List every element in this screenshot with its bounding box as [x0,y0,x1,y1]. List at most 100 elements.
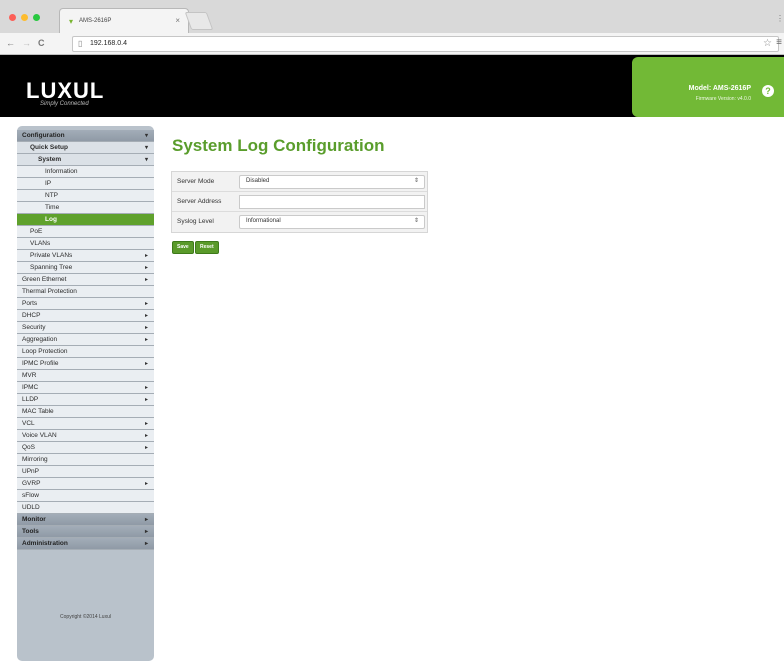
browser-tab-bar: ▾ AMS-2616P × ⋮ [0,0,784,34]
server-mode-row: Server Mode Disabled ⇕ [172,172,427,192]
server-address-row: Server Address [172,192,427,212]
chevron-right-icon: ▸ [144,361,148,367]
sidebar-item-spanning-tree[interactable]: Spanning Tree ▸ [17,262,154,274]
sidebar-item-quick-setup[interactable]: Quick Setup ▾ [17,142,154,154]
sidebar-item-mac-table[interactable]: MAC Table [17,406,154,418]
sidebar-item-lldp[interactable]: LLDP ▸ [17,394,154,406]
sidebar-item-label: Monitor [22,516,46,523]
sidebar-item-voice-vlan[interactable]: Voice VLAN ▸ [17,430,154,442]
sidebar-item-label: Aggregation [22,336,58,343]
sidebar-item-aggregation[interactable]: Aggregation ▸ [17,334,154,346]
chevron-right-icon: ▸ [144,253,148,259]
tab-title: AMS-2616P [79,18,112,24]
sidebar-item-monitor[interactable]: Monitor ▸ [17,514,154,526]
syslog-level-label: Syslog Level [177,218,214,225]
chevron-right-icon: ▸ [144,433,148,439]
sidebar-item-loop-protection[interactable]: Loop Protection [17,346,154,358]
copyright-text: Copyright ©2014 Luxul [60,614,111,620]
syslog-level-row: Syslog Level Informational ⇕ [172,212,427,231]
save-button[interactable]: Save [172,241,194,254]
address-bar[interactable]: ▯ 192.168.0.4 ☆ [72,36,779,52]
sidebar-item-security[interactable]: Security ▸ [17,322,154,334]
sidebar-item-label: Information [45,168,78,175]
zoom-window-button[interactable] [33,14,40,21]
bookmark-star-icon[interactable]: ☆ [763,38,772,49]
sidebar-item-ipmc[interactable]: IPMC ▸ [17,382,154,394]
sidebar-item-thermal-protection[interactable]: Thermal Protection [17,286,154,298]
sidebar-item-ports[interactable]: Ports ▸ [17,298,154,310]
sidebar-item-label: IPMC Profile [22,360,59,367]
sidebar-item-information[interactable]: Information [17,166,154,178]
select-arrows-icon: ⇕ [413,178,419,184]
chevron-right-icon: ▸ [144,301,148,307]
close-window-button[interactable] [9,14,16,21]
window-menu-icon[interactable]: ⋮ [776,14,784,23]
page-title: System Log Configuration [172,136,385,155]
sidebar-item-label: Voice VLAN [22,432,57,439]
reset-button[interactable]: Reset [195,241,219,254]
syslog-level-select[interactable]: Informational ⇕ [239,215,425,229]
luxul-favicon-icon: ▾ [69,17,74,26]
chevron-down-icon: ▾ [144,157,148,163]
chevron-down-icon: ▾ [144,133,148,139]
sidebar-item-label: Green Ethernet [22,276,67,283]
sidebar-item-log[interactable]: Log [17,214,154,226]
select-arrows-icon: ⇕ [413,218,419,224]
sidebar-item-vlans[interactable]: VLANs [17,238,154,250]
back-icon[interactable]: ← [6,38,15,48]
sidebar-item-label: NTP [45,192,58,199]
sidebar-item-udld[interactable]: UDLD [17,502,154,514]
sidebar-item-label: DHCP [22,312,41,319]
sidebar-item-label: Configuration [22,132,65,139]
sidebar-item-label: IPMC [22,384,39,391]
sidebar-item-label: Private VLANs [30,252,73,259]
sidebar-item-mirroring[interactable]: Mirroring [17,454,154,466]
sidebar-item-label: LLDP [22,396,39,403]
sidebar-item-label: PoE [30,228,43,235]
sidebar-item-label: Log [45,216,57,223]
sidebar-item-label: sFlow [22,492,39,499]
sidebar-item-sflow[interactable]: sFlow [17,490,154,502]
sidebar-item-upnp[interactable]: UPnP [17,466,154,478]
browser-tab[interactable]: ▾ AMS-2616P × [59,8,189,34]
server-address-input[interactable] [239,195,425,209]
sidebar-item-time[interactable]: Time [17,202,154,214]
sidebar-item-label: UPnP [22,468,39,475]
sidebar-item-label: Thermal Protection [22,288,77,295]
sidebar-item-qos[interactable]: QoS ▸ [17,442,154,454]
sidebar-item-vcl[interactable]: VCL ▸ [17,418,154,430]
sidebar-item-ip[interactable]: IP [17,178,154,190]
forward-icon[interactable]: → [22,38,31,48]
sidebar-item-system[interactable]: System ▾ [17,154,154,166]
sidebar-nav: Configuration ▾ Quick Setup ▾ System ▾ Info… [17,126,154,661]
sidebar-item-dhcp[interactable]: DHCP ▸ [17,310,154,322]
sidebar-item-label: Loop Protection [22,348,68,355]
chevron-right-icon: ▸ [144,421,148,427]
sidebar-item-poe[interactable]: PoE [17,226,154,238]
chevron-right-icon: ▸ [144,541,148,547]
browser-menu-icon[interactable]: ≡ [776,37,782,48]
new-tab-button[interactable] [184,12,214,30]
sidebar-item-mvr[interactable]: MVR [17,370,154,382]
chevron-right-icon: ▸ [144,445,148,451]
server-mode-select[interactable]: Disabled ⇕ [239,175,425,189]
reload-icon[interactable]: C [38,38,45,48]
firmware-label: Firmware Version: v4.0.0 [695,96,751,102]
model-label: Model: AMS-2616P [688,85,751,92]
minimize-window-button[interactable] [21,14,28,21]
tab-close-icon[interactable]: × [175,16,180,25]
sidebar-item-ipmc-profile[interactable]: IPMC Profile ▸ [17,358,154,370]
sidebar-item-ntp[interactable]: NTP [17,190,154,202]
sidebar-item-configuration[interactable]: Configuration ▾ [17,130,154,142]
help-icon[interactable]: ? [762,85,774,97]
page-icon: ▯ [78,39,83,48]
sidebar-item-gvrp[interactable]: GVRP ▸ [17,478,154,490]
chevron-right-icon: ▸ [144,481,148,487]
sidebar-item-administration[interactable]: Administration ▸ [17,538,154,550]
sidebar-item-private-vlans[interactable]: Private VLANs ▸ [17,250,154,262]
system-log-form: Server Mode Disabled ⇕ Server Address Sy… [171,171,428,233]
sidebar-item-tools[interactable]: Tools ▸ [17,526,154,538]
sidebar-item-green-ethernet[interactable]: Green Ethernet ▸ [17,274,154,286]
address-toolbar: ← → C ▯ 192.168.0.4 ☆ ≡ [0,33,784,55]
sidebar-item-label: Ports [22,300,38,307]
